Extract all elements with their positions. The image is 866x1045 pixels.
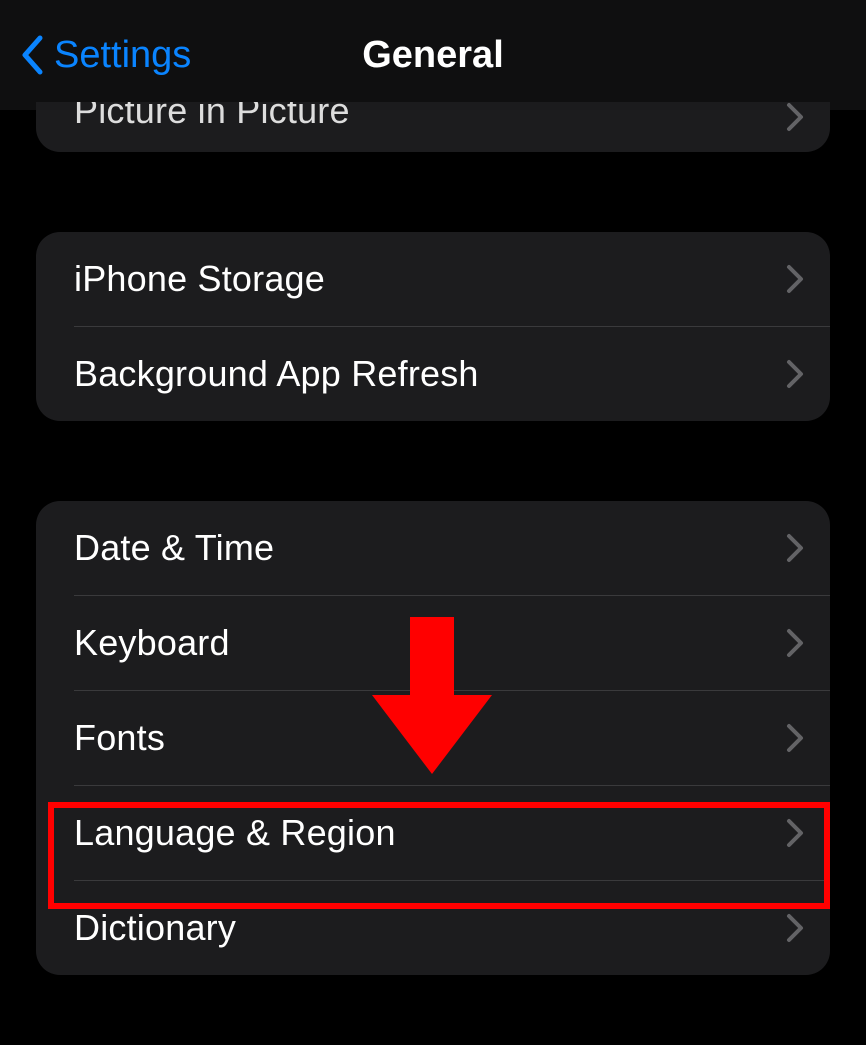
chevron-right-icon [786, 818, 804, 848]
row-label: Fonts [74, 717, 165, 759]
settings-group-3: Date & Time Keyboard Fonts [36, 501, 830, 975]
chevron-right-icon [786, 723, 804, 753]
back-label: Settings [54, 34, 191, 77]
chevron-right-icon [786, 264, 804, 294]
row-dictionary[interactable]: Dictionary [36, 881, 830, 975]
navigation-bar: Settings General [0, 0, 866, 110]
chevron-right-icon [786, 533, 804, 563]
settings-group-2: iPhone Storage Background App Refresh [36, 232, 830, 421]
row-label: iPhone Storage [74, 258, 325, 300]
row-background-app-refresh[interactable]: Background App Refresh [36, 327, 830, 421]
chevron-right-icon [786, 913, 804, 943]
chevron-right-icon [786, 628, 804, 658]
row-label: Picture in Picture [74, 102, 350, 132]
row-label: Language & Region [74, 812, 396, 854]
row-date-time[interactable]: Date & Time [36, 501, 830, 595]
row-label: Date & Time [74, 527, 274, 569]
row-label: Keyboard [74, 622, 230, 664]
back-button[interactable]: Settings [20, 0, 191, 110]
row-picture-in-picture[interactable]: Picture in Picture [36, 102, 830, 152]
row-fonts[interactable]: Fonts [36, 691, 830, 785]
page-title: General [362, 34, 504, 77]
row-label: Dictionary [74, 907, 236, 949]
chevron-right-icon [786, 102, 804, 132]
chevron-left-icon [20, 35, 44, 75]
row-iphone-storage[interactable]: iPhone Storage [36, 232, 830, 326]
content-area: Picture in Picture iPhone Storage Backgr… [0, 102, 866, 975]
row-language-region[interactable]: Language & Region [36, 786, 830, 880]
row-keyboard[interactable]: Keyboard [36, 596, 830, 690]
chevron-right-icon [786, 359, 804, 389]
settings-group-1: Picture in Picture [36, 102, 830, 152]
row-label: Background App Refresh [74, 353, 479, 395]
